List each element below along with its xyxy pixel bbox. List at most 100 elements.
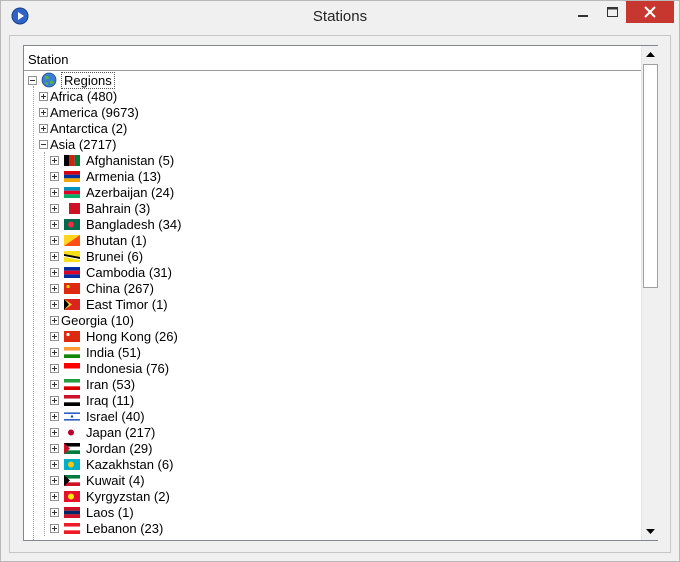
expand-toggle[interactable] [50, 459, 59, 469]
tree-country-item-label: Lebanon (23) [86, 520, 164, 536]
tree-country-item[interactable]: Georgia (10) [50, 312, 134, 328]
expand-toggle[interactable] [50, 427, 59, 437]
close-button[interactable] [626, 1, 674, 23]
tree-country-item-label: India (51) [86, 344, 141, 360]
expand-toggle[interactable] [50, 283, 59, 293]
tree-country-item-label: Kuwait (4) [86, 472, 145, 488]
tree-root-label: Regions [61, 71, 115, 89]
tree-country-item[interactable]: Japan (217) [50, 424, 155, 440]
tree-country-item-label: Israel (40) [86, 408, 145, 424]
flag-icon [64, 186, 80, 198]
tree-country-item[interactable]: Iran (53) [50, 376, 135, 392]
tree-country-item[interactable]: East Timor (1) [50, 296, 168, 312]
title-bar[interactable]: Stations [1, 1, 679, 33]
flag-icon [64, 378, 80, 390]
tree-country-item-label: China (267) [86, 280, 154, 296]
tree-country-item[interactable]: Hong Kong (26) [50, 328, 178, 344]
station-tree[interactable]: Regions Africa (480) America (9673) Antarc… [24, 71, 641, 540]
scroll-up-button[interactable] [642, 46, 659, 63]
tree-guide-line [33, 86, 34, 540]
tree-country-item[interactable]: India (51) [50, 344, 141, 360]
column-header-station[interactable]: Station [24, 46, 641, 71]
flag-icon [64, 202, 80, 214]
tree-country-item-label: Iran (53) [86, 376, 136, 392]
collapse-toggle[interactable] [28, 75, 37, 85]
tree-country-item[interactable]: Jordan (29) [50, 440, 152, 456]
tree-country-item[interactable]: Afghanistan (5) [50, 152, 174, 168]
expand-toggle[interactable] [50, 315, 59, 325]
tree-root-regions[interactable]: Regions [28, 71, 115, 89]
tree-country-item-label: Kyrgyzstan (2) [86, 488, 170, 504]
tree-country-item-label: Laos (1) [86, 504, 134, 520]
expand-toggle[interactable] [50, 267, 59, 277]
flag-icon [64, 506, 80, 518]
expand-toggle[interactable] [50, 523, 59, 533]
expand-toggle[interactable] [39, 107, 48, 117]
minimize-icon [578, 15, 588, 17]
expand-toggle[interactable] [50, 379, 59, 389]
expand-toggle[interactable] [50, 363, 59, 373]
expand-toggle[interactable] [50, 443, 59, 453]
station-tree-list[interactable]: Station Regions Africa (480) America (967… [23, 45, 658, 541]
flag-icon [64, 298, 80, 310]
expand-toggle[interactable] [50, 155, 59, 165]
flag-icon [64, 522, 80, 534]
flag-icon [64, 442, 80, 454]
expand-toggle[interactable] [50, 507, 59, 517]
tree-country-item[interactable]: Azerbaijan (24) [50, 184, 174, 200]
tree-region-item[interactable]: Africa (480) [39, 88, 117, 104]
expand-toggle[interactable] [50, 475, 59, 485]
tree-country-item[interactable]: China (267) [50, 280, 154, 296]
tree-country-item-label: Iraq (11) [86, 392, 135, 408]
collapse-toggle[interactable] [39, 139, 48, 149]
flag-icon [64, 282, 80, 294]
expand-toggle[interactable] [50, 347, 59, 357]
flag-icon [64, 410, 80, 422]
flag-icon [64, 170, 80, 182]
tree-country-item-label: Afghanistan (5) [86, 152, 175, 168]
tree-country-item[interactable]: Cambodia (31) [50, 264, 172, 280]
expand-toggle[interactable] [50, 251, 59, 261]
tree-region-item[interactable]: Antarctica (2) [39, 120, 127, 136]
tree-country-item[interactable]: Israel (40) [50, 408, 145, 424]
scroll-thumb[interactable] [643, 64, 658, 288]
tree-region-item[interactable]: America (9673) [39, 104, 139, 120]
expand-toggle[interactable] [50, 299, 59, 309]
tree-country-item[interactable]: Iraq (11) [50, 392, 134, 408]
expand-toggle[interactable] [50, 411, 59, 421]
tree-country-item[interactable]: Brunei (6) [50, 248, 143, 264]
expand-toggle[interactable] [50, 235, 59, 245]
expand-toggle[interactable] [50, 491, 59, 501]
tree-region-item-label: Asia (2717) [50, 136, 117, 152]
arrow-up-icon [646, 52, 655, 57]
expand-toggle[interactable] [50, 187, 59, 197]
tree-country-item[interactable]: Bhutan (1) [50, 232, 147, 248]
tree-country-item[interactable]: Kuwait (4) [50, 472, 145, 488]
flag-icon [64, 362, 80, 374]
expand-toggle[interactable] [50, 203, 59, 213]
tree-country-item-label: Armenia (13) [86, 168, 162, 184]
tree-country-item-label: Cambodia (31) [86, 264, 172, 280]
expand-toggle[interactable] [50, 331, 59, 341]
expand-toggle[interactable] [50, 219, 59, 229]
expand-toggle[interactable] [50, 395, 59, 405]
tree-region-item[interactable]: Asia (2717) [39, 136, 116, 152]
tree-country-item-label: Hong Kong (26) [86, 328, 178, 344]
tree-country-item[interactable]: Bahrain (3) [50, 200, 150, 216]
tree-country-item[interactable]: Armenia (13) [50, 168, 161, 184]
vertical-scrollbar[interactable] [641, 46, 658, 540]
tree-country-item[interactable]: Indonesia (76) [50, 360, 169, 376]
flag-icon [64, 266, 80, 278]
scroll-down-button[interactable] [642, 523, 659, 540]
maximize-button[interactable] [597, 1, 627, 23]
expand-toggle[interactable] [50, 171, 59, 181]
tree-country-item[interactable]: Kyrgyzstan (2) [50, 488, 170, 504]
tree-country-item[interactable]: Kazakhstan (6) [50, 456, 173, 472]
tree-country-item[interactable]: Laos (1) [50, 504, 134, 520]
tree-country-item[interactable]: Lebanon (23) [50, 520, 163, 536]
close-icon [644, 6, 656, 18]
minimize-button[interactable] [568, 1, 598, 23]
expand-toggle[interactable] [39, 123, 48, 133]
expand-toggle[interactable] [39, 91, 48, 101]
tree-country-item[interactable]: Bangladesh (34) [50, 216, 181, 232]
